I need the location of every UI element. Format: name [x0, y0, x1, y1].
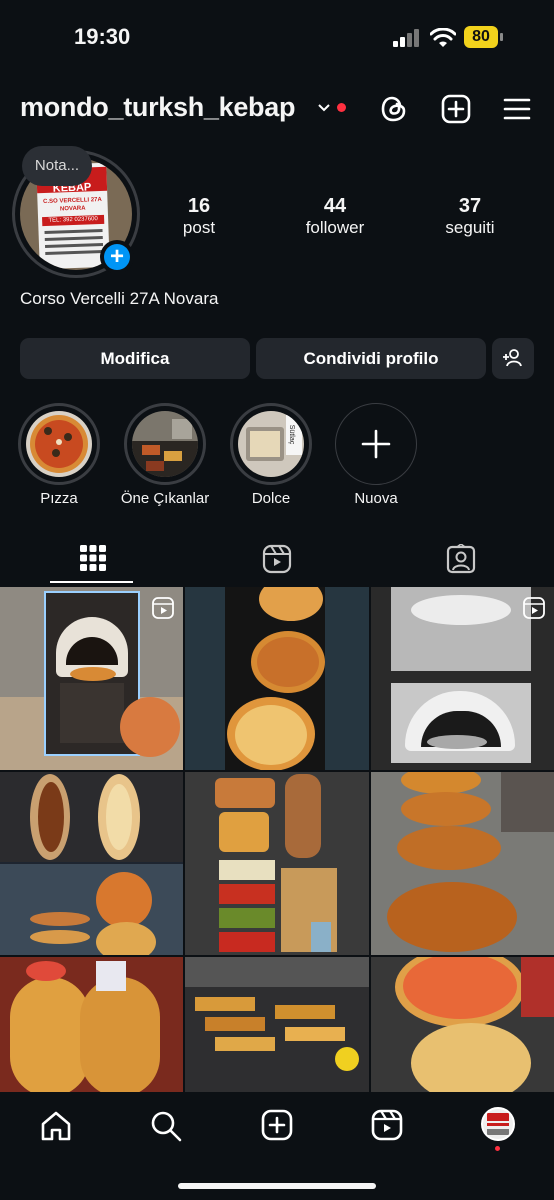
add-person-icon: [503, 349, 522, 367]
stat-followers-label: follower: [305, 218, 365, 237]
grid-tab-icon[interactable]: [80, 545, 106, 571]
home-icon[interactable]: [40, 1110, 72, 1142]
home-indicator: [178, 1183, 376, 1189]
bottom-nav: [0, 1092, 554, 1200]
grid-post-2[interactable]: [185, 587, 369, 770]
reel-badge-icon: [152, 597, 174, 619]
grid-post-1[interactable]: [0, 587, 183, 770]
note-bubble[interactable]: Nota...: [22, 146, 92, 186]
signal-icon: [393, 29, 419, 47]
stat-following-value: 37: [458, 195, 482, 217]
menu-icon[interactable]: [503, 97, 531, 121]
profile-bio: Corso Vercelli 27A Novara: [20, 289, 219, 308]
tagged-tab-icon[interactable]: [446, 544, 476, 574]
highlight-featured-label: Öne Çıkanlar: [120, 490, 210, 507]
plus-icon: [361, 429, 391, 459]
stat-posts-label: post: [182, 218, 216, 237]
chevron-down-icon[interactable]: [317, 102, 331, 114]
create-icon[interactable]: [261, 1109, 293, 1141]
threads-icon[interactable]: [380, 94, 408, 124]
new-highlight-button[interactable]: [335, 403, 417, 485]
profile-nav-avatar[interactable]: [481, 1107, 515, 1141]
wifi-icon: [430, 28, 456, 47]
battery-tip: [500, 33, 503, 41]
active-tab-indicator: [50, 581, 133, 583]
stat-followers-value: 44: [323, 195, 347, 217]
stat-followers[interactable]: 44 follower: [290, 195, 380, 238]
status-time: 19:30: [74, 24, 131, 49]
grid-post-5[interactable]: [185, 772, 369, 955]
grid-post-8[interactable]: [185, 957, 369, 1092]
highlight-pizza-thumb: [26, 411, 92, 477]
stat-posts-value: 16: [187, 195, 211, 217]
reels-tab-icon[interactable]: [262, 544, 292, 574]
discover-people-button[interactable]: [492, 338, 534, 379]
highlight-dolce-thumb: Sütlaç: [238, 411, 304, 477]
grid-post-3[interactable]: [371, 587, 554, 770]
share-profile-button[interactable]: Condividi profilo: [256, 338, 486, 379]
profile-username[interactable]: mondo_turksh_kebap: [20, 92, 295, 123]
search-icon[interactable]: [150, 1110, 182, 1142]
status-bar: 19:30 80: [0, 0, 554, 76]
grid-post-6[interactable]: [371, 772, 554, 955]
grid-post-4[interactable]: [0, 772, 183, 955]
stat-following-label: seguiti: [445, 218, 495, 237]
highlight-pizza[interactable]: [18, 403, 100, 485]
highlight-dolce-tag: Sütlaç: [288, 424, 296, 445]
reels-icon[interactable]: [371, 1109, 403, 1141]
battery-icon: 80: [464, 26, 498, 48]
grid-post-9[interactable]: [371, 957, 554, 1092]
edit-profile-button[interactable]: Modifica: [20, 338, 250, 379]
highlight-pizza-label: Pızza: [40, 490, 78, 507]
notification-dot: [337, 103, 346, 112]
stat-following[interactable]: 37 seguiti: [428, 195, 512, 238]
highlight-featured-thumb: [132, 411, 198, 477]
new-highlight-label: Nuova: [354, 490, 398, 507]
highlight-dolce[interactable]: Sütlaç: [230, 403, 312, 485]
profile-notification-dot: [495, 1146, 500, 1151]
highlight-dolce-label: Dolce: [251, 490, 291, 507]
create-post-icon[interactable]: [441, 94, 471, 124]
add-story-button[interactable]: +: [104, 244, 130, 270]
stat-posts[interactable]: 16 post: [158, 195, 240, 238]
highlight-featured[interactable]: [124, 403, 206, 485]
grid-post-7[interactable]: [0, 957, 183, 1092]
reel-badge-icon: [523, 597, 545, 619]
